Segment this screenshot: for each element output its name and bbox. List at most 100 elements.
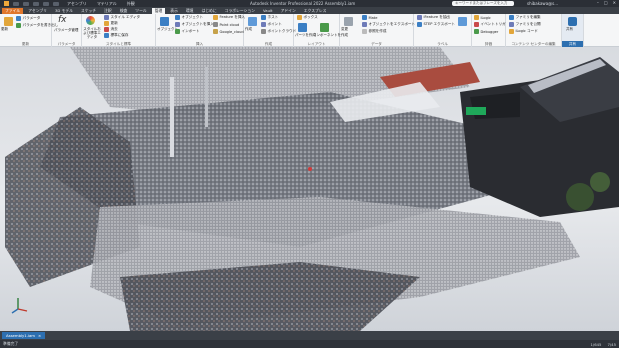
step-export-icon	[417, 22, 422, 27]
tab-annotate[interactable]: 注釈	[101, 8, 115, 14]
tab-get-started[interactable]: はじめに	[198, 8, 219, 14]
title-bar: アセンブリ マテリアル 外観 Autodesk Inventor Profess…	[0, 0, 619, 7]
save-to-standard-icon	[104, 33, 109, 38]
share-button[interactable]: 共有	[566, 27, 573, 32]
fx-icon[interactable]: fx	[58, 15, 67, 25]
style-update-icon	[104, 21, 109, 26]
close-tab-icon[interactable]: ×	[38, 332, 41, 339]
point-icon	[261, 22, 266, 27]
save-to-standard-button[interactable]: 標準に保存	[111, 33, 129, 38]
tab-vault[interactable]: Vault	[260, 8, 276, 14]
inventor-logo-icon[interactable]	[4, 1, 9, 6]
make-component-icon[interactable]	[320, 23, 329, 32]
style-editor-icon[interactable]	[86, 16, 95, 25]
maximize-button[interactable]: □	[604, 0, 608, 5]
undo-icon[interactable]	[43, 1, 49, 6]
tab-environments[interactable]: 環境	[183, 8, 197, 14]
user-account[interactable]: shibakawa@s...	[527, 1, 558, 6]
insert-object-button[interactable]: オブジェクト	[182, 15, 204, 20]
box-button[interactable]: ボックス	[304, 15, 318, 20]
label-icon[interactable]	[458, 17, 467, 26]
status-bar: 準備完了 1/645 7/45	[0, 340, 619, 348]
tab-inspect[interactable]: 検査	[117, 8, 131, 14]
object-icon[interactable]	[160, 17, 169, 26]
panel-insert: オブジェクト オブジェクト オブジェクトを挿入 インポート Feature を挿…	[156, 14, 246, 47]
event-trigger-button[interactable]: イベントトリガ	[481, 22, 506, 27]
insert-feature-button[interactable]: Feature を挿入	[220, 15, 246, 20]
new-icon[interactable]	[13, 1, 19, 6]
publish-family-button[interactable]: ファミリを公開	[516, 22, 541, 27]
import-button[interactable]: インポート	[182, 29, 200, 34]
export-object-icon	[362, 22, 367, 27]
graphics-viewport[interactable]	[0, 47, 619, 331]
tab-tools[interactable]: ツール	[132, 8, 149, 14]
tab-assembly[interactable]: アセンブリ	[25, 8, 50, 14]
update-icon[interactable]	[4, 17, 13, 26]
debugger-icon	[474, 29, 479, 34]
debugger-button[interactable]: Debugger	[481, 30, 499, 34]
tab-3d-model[interactable]: 3D モデル	[52, 8, 76, 14]
document-tab[interactable]: Assembly1.iam ×	[2, 332, 46, 339]
style-editor-button[interactable]: スタイルおよび標準エディタ	[82, 27, 102, 39]
share-icon[interactable]	[568, 17, 577, 26]
panel-share: 共有 共有	[562, 14, 584, 47]
event-trigger-icon	[474, 22, 479, 27]
material-dropdown[interactable]: マテリアル	[97, 1, 117, 7]
author-icon[interactable]	[248, 17, 257, 26]
app-window: アセンブリ マテリアル 外観 Autodesk Inventor Profess…	[0, 0, 619, 348]
tab-sketch[interactable]: スケッチ	[78, 8, 99, 14]
minimize-button[interactable]: –	[597, 0, 599, 5]
point-cloud-button[interactable]: Point cloud	[220, 23, 240, 27]
make-part-icon[interactable]	[298, 23, 307, 32]
doc-type-label[interactable]: アセンブリ	[67, 1, 87, 7]
change-button[interactable]: 変更	[341, 27, 348, 32]
mate-button[interactable]: Mate	[369, 16, 378, 20]
change-icon[interactable]	[344, 17, 353, 26]
google-cloud-button[interactable]: Google_cloud	[220, 30, 244, 34]
ilogic-button[interactable]: iLogic	[481, 16, 491, 20]
import-icon	[175, 29, 180, 34]
point-cloud-scene	[5, 47, 619, 331]
pc-author-icon	[261, 29, 266, 34]
step-export-button[interactable]: STEP エクスポート	[424, 22, 456, 27]
tab-manage[interactable]: 管理	[151, 7, 166, 14]
edit-family-icon	[509, 15, 514, 20]
open-icon[interactable]	[23, 1, 29, 6]
tab-addins[interactable]: アドイン	[278, 8, 299, 14]
tab-view[interactable]: 表示	[167, 8, 181, 14]
tab-file[interactable]: ファイル	[2, 7, 24, 14]
parameters-button[interactable]: パラメータ	[23, 16, 41, 21]
view-triad-icon[interactable]	[10, 295, 30, 315]
status-count-1: 1/645	[590, 341, 602, 347]
host-button[interactable]: ホスト	[268, 15, 279, 20]
purge-icon	[104, 27, 109, 32]
pc-author-button[interactable]: ポイントクラウド	[268, 29, 297, 34]
appearance-dropdown[interactable]: 外観	[127, 1, 135, 7]
close-button[interactable]: ✕	[613, 0, 616, 5]
save-icon[interactable]	[33, 1, 39, 6]
edit-family-button[interactable]: ファミリを編集	[516, 15, 541, 20]
panel-parameter: fx パラメータ管理 パラメータ	[52, 14, 82, 47]
create-reference-button[interactable]: 参照を作成	[369, 29, 387, 34]
tab-collaborate[interactable]: コラボレーション	[222, 8, 258, 14]
ilogic-code-button[interactable]: iLogic コード	[516, 29, 538, 34]
ilogic-code-icon	[509, 29, 514, 34]
extract-ifeature-button[interactable]: iFeature を抽出	[424, 15, 451, 20]
style-library-button[interactable]: スタイル エディタ	[111, 15, 141, 20]
purge-button[interactable]: 消去	[111, 27, 118, 32]
author-button[interactable]: 作成	[245, 27, 252, 32]
export-object-button[interactable]: オブジェクトをエクスポート	[369, 22, 416, 27]
insert-feature-icon	[213, 15, 218, 20]
panel-eval: iLogic イベントトリガ Debugger 評価	[472, 14, 506, 47]
point-button[interactable]: ポイント	[268, 22, 282, 27]
google-cloud-icon	[213, 29, 218, 34]
tab-express[interactable]: エクスプレス	[301, 8, 330, 14]
insert-object-2-button[interactable]: オブジェクトを挿入	[182, 22, 214, 27]
style-update-button[interactable]: 更新	[111, 21, 118, 26]
update-button[interactable]: 更新	[1, 27, 8, 32]
redo-icon[interactable]	[53, 1, 59, 6]
parameter-manage-button[interactable]: パラメータ管理	[54, 28, 78, 33]
create-reference-icon	[362, 29, 367, 34]
style-library-icon	[104, 15, 109, 20]
search-input[interactable]: キーワードまたはフレーズを入力	[452, 1, 514, 6]
